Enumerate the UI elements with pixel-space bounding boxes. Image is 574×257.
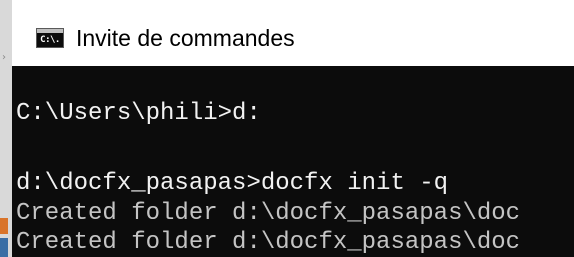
background-accent-blue [0, 238, 8, 257]
console-line: Created folder d:\docfx_pasapas\doc [16, 200, 521, 227]
title-bar[interactable]: C:\. Invite de commandes [12, 0, 574, 66]
background-accent-orange [0, 218, 8, 234]
console-line: Created folder d:\docfx_pasapas\doc [16, 229, 521, 256]
console-icon-glyph: C:\. [40, 35, 60, 45]
console-line: C:\Users\phili>d: [16, 100, 261, 127]
console-line: d:\docfx_pasapas>docfx init -q [16, 170, 449, 197]
chevron-right-icon: › [2, 52, 6, 63]
console-output-area[interactable]: C:\Users\phili>d: d:\docfx_pasapas>docfx… [12, 66, 574, 257]
console-icon[interactable]: C:\. [36, 28, 64, 48]
window-title: Invite de commandes [76, 25, 295, 51]
command-prompt-window: › C:\. Invite de commandes C:\Users\phil… [0, 0, 574, 257]
background-window-edge: › [0, 0, 12, 257]
